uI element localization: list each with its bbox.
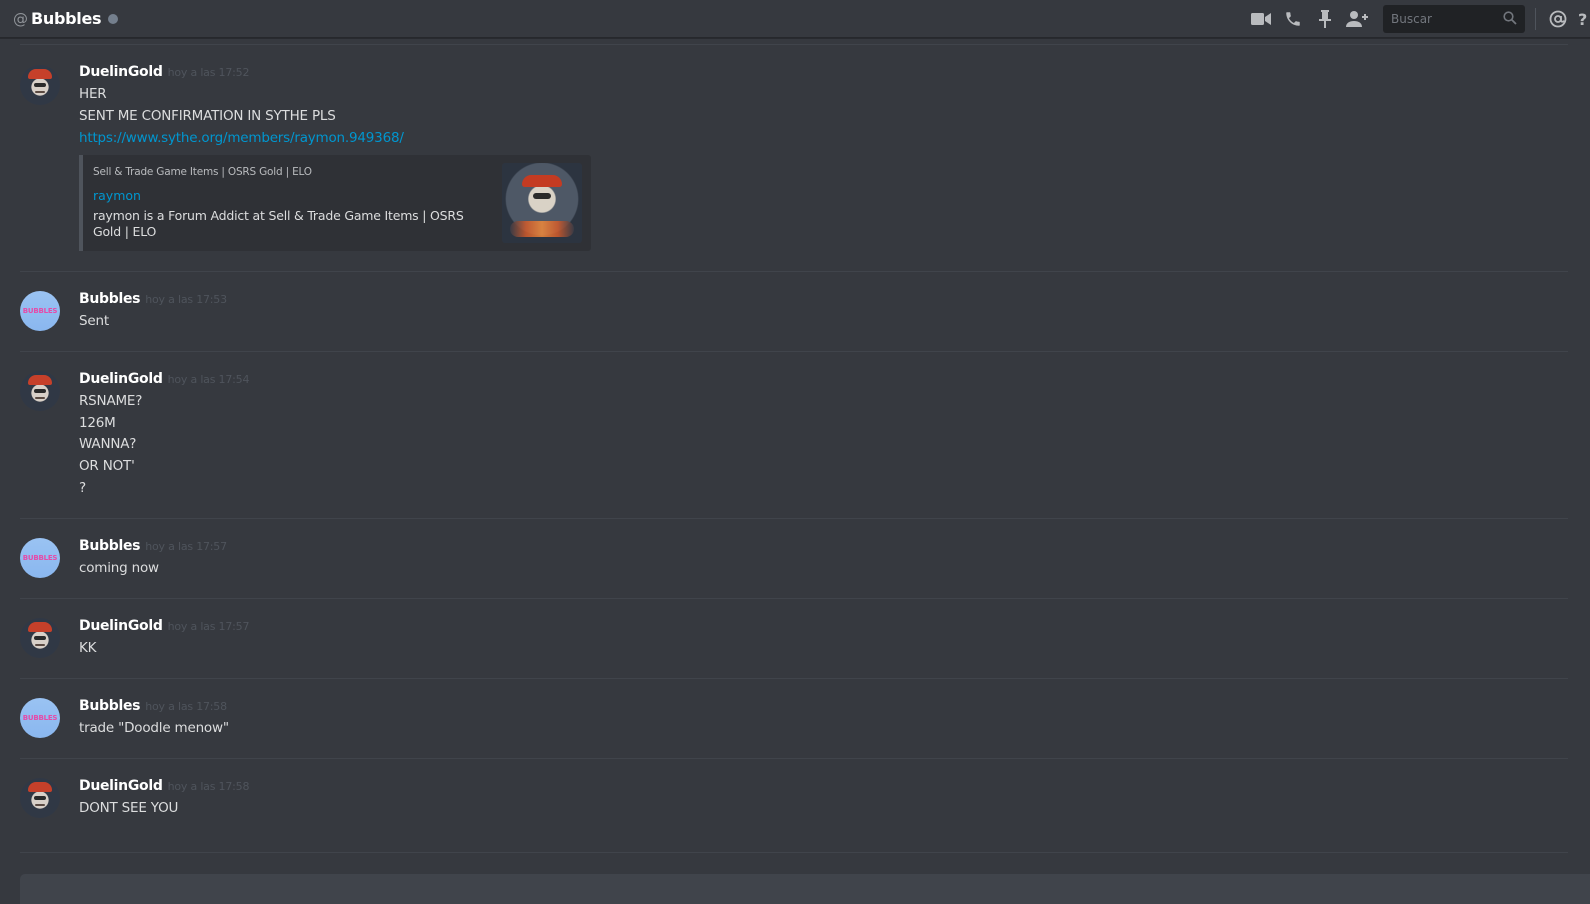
search-bar[interactable] [1383,5,1525,33]
timestamp: hoy a las 17:54 [167,373,250,386]
username[interactable]: DuelinGold [79,371,163,387]
mention-icon[interactable] [1546,7,1570,31]
help-icon[interactable]: ? [1578,7,1590,31]
header-divider [1535,8,1536,30]
message-group: DuelinGold hoy a las 17:52 HER SENT ME C… [0,45,1568,272]
search-input[interactable] [1389,11,1503,27]
message-text: KK [79,640,97,656]
search-icon [1503,11,1517,25]
status-indicator [108,13,119,24]
message-group: BUBBLES Bubbles hoy a las 17:58 trade "D… [0,679,1568,759]
username[interactable]: DuelinGold [79,64,163,80]
message-list[interactable]: DuelinGold hoy a las 17:52 HER SENT ME C… [0,38,1568,874]
message-text: 126M [79,414,116,431]
avatar[interactable] [20,618,60,658]
at-icon: @ [13,9,28,28]
message-group: DuelinGold hoy a las 17:54 RSNAME? 126M … [0,352,1568,519]
message-group: DuelinGold hoy a las 17:57 KK [0,599,1568,679]
embed-title[interactable]: raymon [93,188,141,203]
embed-provider: Sell & Trade Game Items | OSRS Gold | EL… [93,166,312,179]
avatar[interactable] [20,778,60,818]
link-embed: Sell & Trade Game Items | OSRS Gold | EL… [79,155,591,252]
message-group: BUBBLES Bubbles hoy a las 17:57 coming n… [0,519,1568,599]
message-text: ? [79,479,86,496]
username[interactable]: Bubbles [79,698,141,714]
embed-thumbnail[interactable] [502,163,582,244]
username[interactable]: Bubbles [79,291,141,307]
avatar[interactable]: BUBBLES [20,698,60,738]
message-group: DuelinGold hoy a las 17:58 DONT SEE YOU [0,759,1568,839]
channel-title-area: @ Bubbles [13,9,119,28]
username[interactable]: DuelinGold [79,778,163,794]
message-text: coming now [79,560,159,576]
message-group: BUBBLES Bubbles hoy a las 17:53 Sent [0,272,1568,352]
divider [20,852,1568,853]
message-text: HER [79,86,107,102]
channel-header: @ Bubbles ? [0,0,1590,38]
pin-icon[interactable] [1313,7,1337,31]
message-link[interactable]: https://www.sythe.org/members/raymon.949… [79,130,404,146]
message-text: DONT SEE YOU [79,800,179,816]
channel-title[interactable]: Bubbles [31,9,102,28]
message-text: trade "Doodle menow" [79,720,229,736]
message-composer[interactable] [20,874,1590,904]
message-text: RSNAME? [79,393,143,409]
message-text: WANNA? [79,436,137,453]
message-text: SENT ME CONFIRMATION IN SYTHE PLS [79,107,336,124]
avatar[interactable] [20,371,60,411]
timestamp: hoy a las 17:57 [145,540,227,553]
username[interactable]: DuelinGold [79,618,163,634]
embed-description: raymon is a Forum Addict at Sell & Trade… [93,208,464,240]
timestamp: hoy a las 17:57 [167,620,250,633]
timestamp: hoy a las 17:58 [145,700,227,713]
message-text: Sent [79,313,109,329]
avatar[interactable]: BUBBLES [20,291,60,331]
timestamp: hoy a las 17:52 [167,66,250,79]
message-text: OR NOT' [79,458,135,475]
avatar[interactable]: BUBBLES [20,538,60,578]
phone-icon[interactable] [1281,7,1305,31]
add-friend-icon[interactable] [1345,7,1369,31]
avatar[interactable] [20,65,60,105]
timestamp: hoy a las 17:53 [145,293,227,306]
video-icon[interactable] [1249,7,1273,31]
header-toolbar: ? [1249,0,1590,38]
timestamp: hoy a las 17:58 [167,780,250,793]
username[interactable]: Bubbles [79,538,141,554]
